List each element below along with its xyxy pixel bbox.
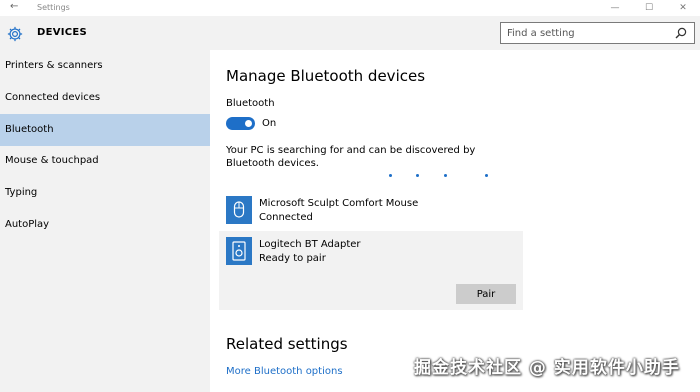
search-input[interactable]	[507, 26, 657, 40]
page-header: DEVICES	[0, 16, 700, 50]
sidebar: Printers & scanners Connected devices Bl…	[0, 50, 210, 392]
progress-dot	[485, 174, 488, 177]
search-icon[interactable]	[675, 27, 687, 39]
back-arrow-icon[interactable]: ←	[10, 1, 18, 13]
device-status: Connected	[259, 212, 313, 223]
sidebar-item-label: Printers & scanners	[5, 60, 103, 71]
window-title: Settings	[37, 3, 70, 12]
progress-dot	[389, 174, 392, 177]
sidebar-item-mouse-touchpad[interactable]: Mouse & touchpad	[0, 145, 210, 177]
pair-button[interactable]: Pair	[456, 284, 516, 304]
discovery-description: Your PC is searching for and can be disc…	[226, 145, 476, 169]
title-bar: ← Settings — ☐ ✕	[0, 0, 700, 16]
bluetooth-label: Bluetooth	[226, 98, 275, 109]
progress-dot	[444, 174, 447, 177]
maximize-button[interactable]: ☐	[632, 0, 666, 16]
main-content: Manage Bluetooth devices Bluetooth On Yo…	[210, 50, 700, 392]
sidebar-item-label: Mouse & touchpad	[5, 155, 99, 166]
search-box[interactable]	[500, 22, 695, 44]
minimize-button[interactable]: —	[598, 0, 632, 16]
more-bluetooth-options-link[interactable]: More Bluetooth options	[226, 366, 343, 378]
sidebar-item-bluetooth[interactable]: Bluetooth	[0, 114, 210, 146]
sidebar-item-typing[interactable]: Typing	[0, 177, 210, 209]
device-name: Logitech BT Adapter	[259, 239, 361, 250]
sidebar-item-label: AutoPlay	[5, 219, 50, 230]
related-settings-heading: Related settings	[226, 335, 348, 353]
progress-dot	[416, 174, 419, 177]
close-button[interactable]: ✕	[666, 0, 700, 16]
device-status: Ready to pair	[259, 253, 326, 264]
section-heading: Manage Bluetooth devices	[226, 67, 426, 85]
device-item-selected[interactable]: Logitech BT Adapter Ready to pair Pair	[219, 231, 523, 310]
device-item[interactable]: Microsoft Sculpt Comfort Mouse Connected	[226, 194, 521, 230]
gear-icon	[7, 26, 23, 42]
sidebar-item-label: Typing	[5, 187, 38, 198]
toggle-knob	[245, 120, 252, 127]
speaker-icon	[226, 237, 252, 265]
sidebar-item-connected-devices[interactable]: Connected devices	[0, 82, 210, 114]
device-name: Microsoft Sculpt Comfort Mouse	[259, 198, 419, 209]
page-title: DEVICES	[37, 27, 88, 38]
sidebar-item-printers-scanners[interactable]: Printers & scanners	[0, 50, 210, 82]
sidebar-item-label: Bluetooth	[5, 124, 54, 135]
mouse-icon	[226, 196, 252, 224]
window-controls: — ☐ ✕	[598, 0, 700, 16]
searching-progress-dots	[386, 174, 496, 180]
sidebar-item-label: Connected devices	[5, 92, 101, 103]
bluetooth-toggle[interactable]	[226, 117, 255, 130]
sidebar-item-autoplay[interactable]: AutoPlay	[0, 209, 210, 241]
watermark: 掘金技术社区 @ 实用软件小助手	[414, 358, 680, 378]
toggle-state-label: On	[262, 118, 277, 129]
